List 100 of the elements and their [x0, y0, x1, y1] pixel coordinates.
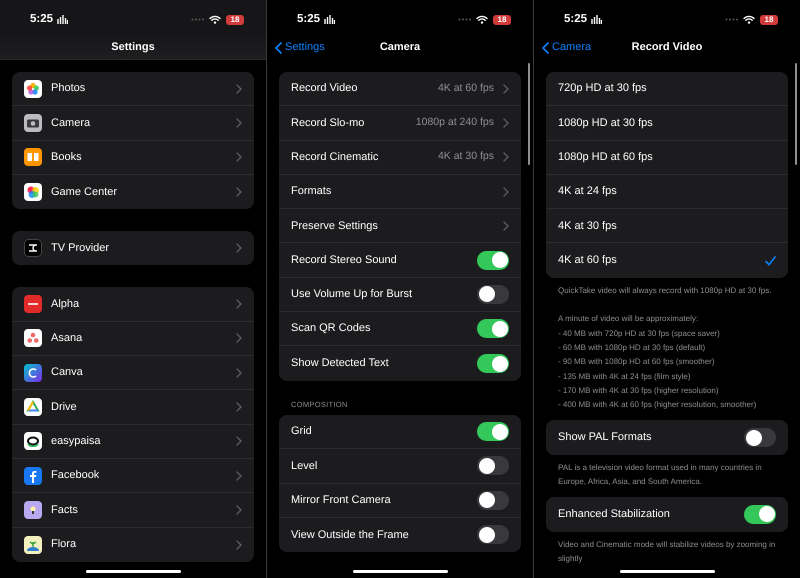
row-label: Record Stereo Sound: [291, 252, 398, 268]
settings-row[interactable]: 1080p HD at 30 fps: [546, 106, 788, 141]
toggle-switch[interactable]: [744, 504, 776, 524]
row-label: Grid: [291, 424, 313, 440]
status-time: 5:25: [30, 12, 54, 27]
footer-note: - 135 MB with 4K at 24 fps (film style): [558, 370, 692, 383]
settings-row[interactable]: Books: [12, 140, 254, 175]
toggle-switch[interactable]: [477, 456, 509, 476]
status-time: 5:25: [297, 12, 320, 27]
screen-record-icon: [324, 15, 336, 24]
row-label: Photos: [51, 81, 86, 96]
back-button[interactable]: Camera: [542, 39, 592, 56]
plant-icon: [24, 536, 42, 554]
settings-row[interactable]: Scan QR Codes: [279, 312, 521, 346]
row-label: Camera: [51, 116, 92, 131]
settings-row[interactable]: Record Slo-mo 1080p at 240 fps: [279, 106, 521, 141]
app-icon: [24, 295, 42, 314]
toggle-switch[interactable]: [477, 319, 509, 338]
row-label: Game Center: [51, 184, 118, 200]
row-label: Level: [291, 458, 318, 474]
row-label: Asana: [51, 331, 84, 346]
dots-icon: [24, 329, 42, 348]
row-label: Canva: [51, 365, 84, 380]
row-label: Scan QR Codes: [291, 321, 372, 336]
app-icon: [24, 364, 42, 382]
row-label: Show PAL Formats: [558, 430, 653, 446]
row-label: 4K at 24 fps: [558, 184, 618, 200]
settings-row[interactable]: Record Stereo Sound: [279, 243, 521, 278]
footer-note: - 60 MB with 1080p HD at 30 fps (default): [558, 342, 706, 354]
back-chevron-icon[interactable]: [542, 42, 549, 54]
toggle-switch[interactable]: [744, 428, 776, 448]
settings-row[interactable]: Record Video 4K at 60 fps: [279, 72, 521, 106]
row-label: Preserve Settings: [291, 218, 379, 234]
ring-icon: [24, 432, 42, 450]
settings-row[interactable]: Facebook: [12, 458, 254, 494]
chevron-icon: [503, 118, 509, 128]
row-value: 4K at 30 fps: [438, 149, 494, 164]
back-button[interactable]: Settings: [275, 39, 325, 56]
settings-row[interactable]: TV Provider: [12, 231, 254, 266]
toggle-switch[interactable]: [477, 284, 509, 304]
screen-title: Settings: [111, 40, 155, 55]
settings-row[interactable]: 4K at 24 fps: [546, 174, 788, 210]
row-label: Facts: [51, 502, 79, 518]
toggle-switch[interactable]: [477, 525, 509, 544]
settings-row[interactable]: 720p HD at 30 fps: [546, 72, 788, 106]
settings-row[interactable]: Facts: [12, 493, 254, 528]
row-value: 1080p at 240 fps: [416, 115, 494, 130]
battery-level: 18: [493, 14, 511, 24]
settings-row[interactable]: Asana: [12, 322, 254, 356]
row-label: Flora: [51, 537, 78, 552]
chevron-icon: [236, 504, 242, 515]
settings-row[interactable]: Show PAL Formats: [546, 420, 788, 455]
chevron-icon: [236, 299, 242, 310]
settings-row[interactable]: Mirror Front Camera: [279, 484, 521, 518]
settings-row[interactable]: Level: [279, 449, 521, 484]
settings-row[interactable]: 4K at 60 fps: [546, 243, 788, 278]
settings-row[interactable]: Flora: [12, 528, 254, 562]
settings-row[interactable]: Preserve Settings: [279, 209, 521, 244]
toggle-switch[interactable]: [477, 354, 509, 374]
settings-row[interactable]: Grid: [279, 414, 521, 450]
settings-row[interactable]: Record Cinematic 4K at 30 fps: [279, 140, 521, 175]
wifi-icon: [209, 15, 221, 24]
row-label: Mirror Front Camera: [291, 492, 392, 508]
signal-icon: [725, 18, 738, 21]
settings-row[interactable]: Alpha: [12, 287, 254, 322]
row-label: Record Slo-mo: [291, 116, 366, 131]
settings-row[interactable]: Photos: [12, 72, 254, 106]
chevron-icon: [236, 470, 242, 481]
row-label: 1080p HD at 30 fps: [558, 116, 654, 131]
chevron-icon: [236, 84, 242, 94]
settings-row[interactable]: Camera: [12, 106, 254, 141]
row-label: 1080p HD at 60 fps: [558, 150, 654, 165]
settings-row[interactable]: Use Volume Up for Burst: [279, 278, 521, 312]
flower-icon: [24, 80, 42, 98]
footer-note: QuickTake video will always record with 1080p HD at 30 fps.: [558, 284, 772, 297]
settings-row[interactable]: 4K at 30 fps: [546, 209, 788, 244]
settings-row[interactable]: Enhanced Stabilization: [546, 497, 788, 532]
chevron-icon: [236, 368, 242, 378]
row-label: Record Cinematic: [291, 150, 380, 165]
screen-title: Camera: [380, 40, 420, 56]
settings-row[interactable]: View Outside the Frame: [279, 518, 521, 552]
row-label: TV Provider: [51, 241, 110, 256]
screen-record-icon: [591, 15, 602, 24]
row-label: Facebook: [51, 468, 100, 484]
settings-row[interactable]: Show Detected Text: [279, 346, 521, 381]
settings-row[interactable]: easypaisa: [12, 424, 254, 459]
toggle-switch[interactable]: [477, 422, 509, 442]
camera-icon: [24, 114, 42, 132]
settings-row[interactable]: Canva: [12, 356, 254, 390]
chevron-icon: [236, 118, 242, 128]
book-icon: [24, 148, 42, 166]
toggle-switch[interactable]: [477, 490, 509, 510]
settings-row[interactable]: Formats: [279, 174, 521, 210]
settings-row[interactable]: Game Center: [12, 174, 254, 210]
toggle-switch[interactable]: [477, 250, 509, 270]
settings-row[interactable]: Drive: [12, 390, 254, 425]
settings-row[interactable]: 1080p HD at 60 fps: [546, 140, 788, 175]
bubbles-icon: [24, 183, 42, 202]
app-icon: [24, 239, 42, 258]
back-chevron-icon[interactable]: [275, 42, 282, 54]
